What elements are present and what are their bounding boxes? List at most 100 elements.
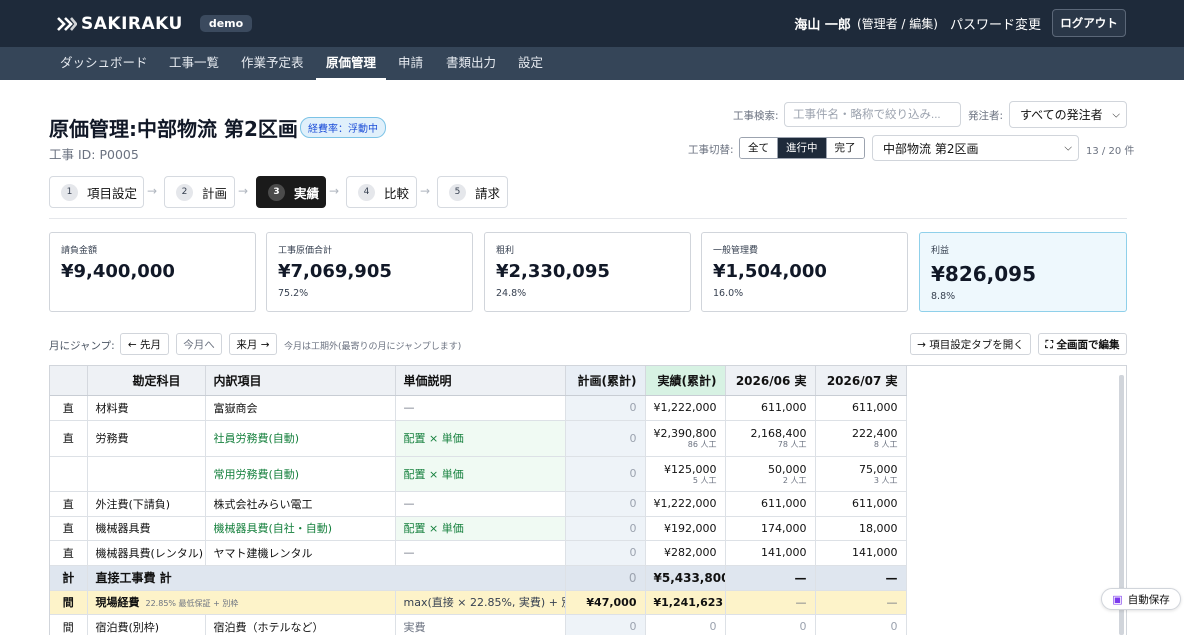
switch-label: 工事切替: (688, 144, 734, 156)
site-expense-name: 現場経費 (95, 596, 140, 609)
status-tab-all[interactable]: 全て (740, 138, 778, 158)
account-cell[interactable]: 宿泊費(別枠) (87, 614, 206, 635)
project-select[interactable]: 中部物流 第2区画 ⌵ (872, 135, 1079, 161)
item-cell[interactable]: ヤマト建機レンタル (205, 540, 396, 566)
actual-cell: ¥1,222,000 (645, 395, 726, 421)
step-item-settings[interactable]: 1 項目設定 (49, 176, 144, 208)
month-cell[interactable]: 141,000 (815, 540, 907, 566)
card-percent: 24.8% (496, 288, 527, 299)
project-search-input[interactable] (784, 102, 961, 127)
step-compare[interactable]: 4 比較 (346, 176, 417, 208)
nav-projects[interactable]: 工事一覧 (169, 47, 219, 80)
account-cell[interactable]: 労務費 (87, 420, 206, 457)
step-plan[interactable]: 2 計画 (164, 176, 235, 208)
month-cell[interactable]: 611,000 (815, 395, 907, 421)
client-select-value: すべての発注者 (1020, 108, 1103, 122)
fullscreen-edit-button[interactable]: ⛶ 全画面で編集 (1038, 333, 1127, 355)
month-cell[interactable]: 611,000 (815, 491, 907, 517)
account-cell[interactable] (87, 456, 206, 492)
card-general-admin: 一般管理費 ¥1,504,000 16.0% (701, 232, 908, 312)
month-cell: 174,000 (725, 516, 816, 541)
password-change-link[interactable]: パスワード変更 (950, 14, 1041, 33)
account-cell[interactable]: 機械器具費 (87, 516, 206, 541)
cost-kind: 直 (50, 491, 88, 517)
item-cell[interactable]: 機械器具費(自社・自動) (205, 516, 396, 541)
plan-cell: 0 (565, 456, 646, 492)
column-header: 計画(累計) (565, 366, 646, 396)
table-row: 直 外注費(下請負) 株式会社みらい電工 — 0 ¥1,222,000 611,… (50, 491, 907, 517)
column-header (50, 366, 88, 396)
table-header-row: 勘定科目 内訳項目 単価説明 計画(累計) 実績(累計) 2026/06 実 2… (50, 366, 907, 396)
item-cell[interactable]: 宿泊費（ホテルなど） (205, 614, 396, 635)
step-label: 計画 (202, 185, 228, 201)
item-cell[interactable]: 社員労務費(自動) (205, 420, 396, 457)
actual-cell: ¥192,000 (645, 516, 726, 541)
brand-logo[interactable]: SAKIRAKU (57, 14, 183, 34)
status-tab-done[interactable]: 完了 (826, 138, 864, 158)
step-label: 実績 (294, 185, 320, 201)
account-cell[interactable]: 外注費(下請負) (87, 491, 206, 517)
jump-note: 今月は工期外(最寄りの月にジャンプします) (284, 342, 462, 352)
card-total-cost: 工事原価合計 ¥7,069,905 75.2% (266, 232, 473, 312)
step-billing[interactable]: 5 請求 (437, 176, 508, 208)
amount: 50,000 (768, 462, 807, 476)
divider (49, 218, 1127, 219)
cost-kind: 直 (50, 516, 88, 541)
site-expense-row: 間 現場経費 22.85% 最低保証 + 別枠 max(直接 × 22.85%, … (50, 590, 907, 615)
item-cell[interactable]: 富嶽商会 (205, 395, 396, 421)
open-settings-tab-button[interactable]: → 項目設定タブを開く (910, 333, 1031, 355)
column-header: 単価説明 (395, 366, 566, 396)
man-days: 3 人工 (873, 475, 898, 485)
column-header: 内訳項目 (205, 366, 396, 396)
step-actual[interactable]: 3 実績 (256, 176, 326, 208)
month-cell[interactable]: 0 (815, 614, 907, 635)
step-label: 比較 (384, 185, 410, 201)
step-label: 項目設定 (87, 185, 138, 201)
column-header: 実績(累計) (645, 366, 726, 396)
item-cell[interactable]: 常用労務費(自動) (205, 456, 396, 492)
plan-cell: 0 (565, 614, 646, 635)
nav-schedule[interactable]: 作業予定表 (241, 47, 304, 80)
this-month-button[interactable]: 今月へ (176, 333, 222, 355)
prev-month-button[interactable]: ← 先月 (120, 333, 169, 355)
column-header: 2026/06 実 (725, 366, 816, 396)
site-expense-note: 22.85% 最低保証 + 別枠 (145, 599, 239, 608)
status-tab-active[interactable]: 進行中 (778, 138, 827, 158)
man-days: 78 人工 (777, 440, 807, 449)
month-cell[interactable]: 611,000 (725, 395, 816, 421)
autosave-indicator[interactable]: ▣ 自動保存 (1101, 588, 1181, 610)
table-row: 直 労務費 社員労務費(自動) 配置 × 単価 0 ¥2,390,800 86 人… (50, 420, 907, 457)
nav-settings[interactable]: 設定 (518, 47, 543, 80)
client-label: 発注者: (968, 110, 1004, 122)
nav-cost-management[interactable]: 原価管理 (316, 47, 387, 80)
account-cell[interactable]: 材料費 (87, 395, 206, 421)
card-label: 粗利 (496, 246, 515, 256)
chevron-down-icon: ⌵ (1112, 109, 1120, 120)
account-cell[interactable]: 機械器具費(レンタル) (87, 540, 206, 566)
cost-table: 勘定科目 内訳項目 単価説明 計画(累計) 実績(累計) 2026/06 実 2… (50, 366, 907, 635)
column-header: 勘定科目 (87, 366, 206, 396)
month-cell[interactable]: 0 (725, 614, 816, 635)
plan-cell: 0 (565, 540, 646, 566)
nav-dashboard[interactable]: ダッシュボード (60, 47, 148, 80)
item-cell[interactable]: 株式会社みらい電工 (205, 491, 396, 517)
user-box: 海山 一郎 (管理者 / 編集) パスワード変更 ログアウト (794, 9, 1126, 37)
plan-cell: 0 (565, 420, 646, 457)
cost-kind: 計 (50, 565, 88, 591)
top-bar: SAKIRAKU demo 海山 一郎 (管理者 / 編集) パスワード変更 ロ… (0, 0, 1184, 47)
next-month-button[interactable]: 来月 → (229, 333, 277, 355)
arrow-right-icon: → (329, 184, 340, 198)
actual-cell: ¥282,000 (645, 540, 726, 566)
month-cell[interactable]: 141,000 (725, 540, 816, 566)
month-cell: 18,000 (815, 516, 907, 541)
month-cell[interactable]: 611,000 (725, 491, 816, 517)
logout-button[interactable]: ログアウト (1052, 9, 1126, 37)
desc-cell: — (395, 540, 566, 566)
card-value: ¥826,095 (931, 262, 1037, 286)
client-select[interactable]: すべての発注者 ⌵ (1009, 101, 1127, 128)
nav-documents[interactable]: 書類出力 (446, 47, 496, 80)
nav-applications[interactable]: 申請 (398, 47, 423, 80)
plan-cell: 0 (565, 516, 646, 541)
actual-cell: ¥2,390,800 86 人工 (645, 420, 726, 457)
plan-cell: 0 (565, 491, 646, 517)
